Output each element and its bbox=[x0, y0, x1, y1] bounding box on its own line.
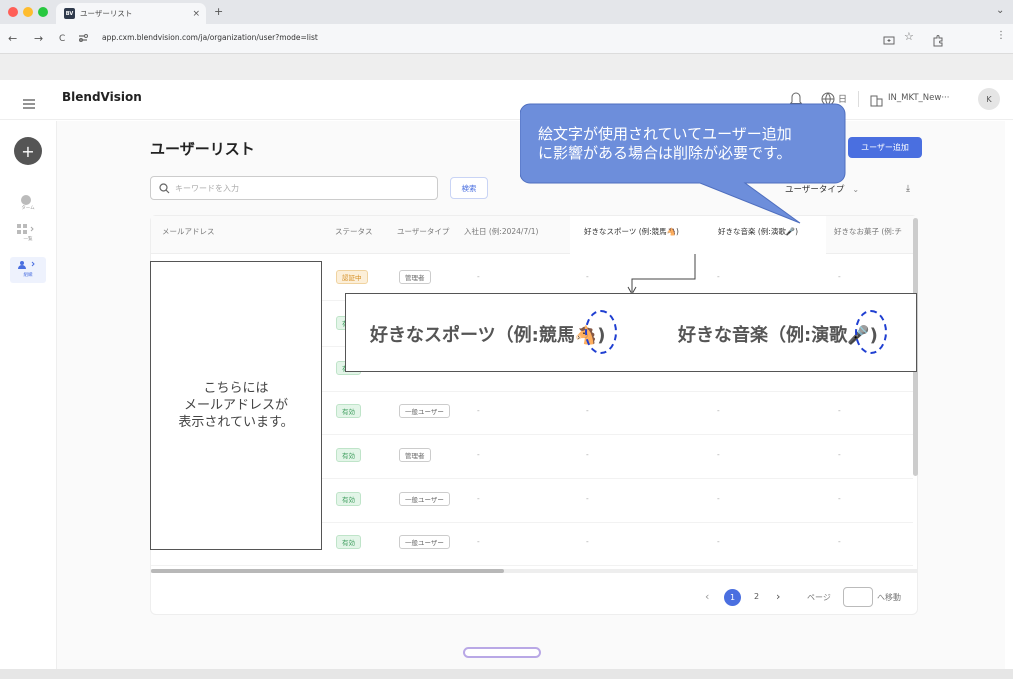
add-user-button[interactable]: ユーザー追加 bbox=[848, 137, 922, 158]
back-icon[interactable]: ← bbox=[8, 32, 17, 45]
favorite-sport-cell: - bbox=[586, 494, 589, 503]
search-input[interactable]: キーワードを入力 bbox=[150, 176, 438, 200]
grid-icon bbox=[17, 224, 34, 234]
zoomed-sport-text: 好きなスポーツ（例:競馬 bbox=[370, 325, 575, 346]
app-header: BlendVision 日 IN_MKT_New··· K bbox=[0, 80, 1013, 120]
column-header-status[interactable]: ステータス bbox=[335, 226, 373, 237]
extensions-icon[interactable] bbox=[932, 32, 944, 51]
favorite-music-cell: - bbox=[717, 406, 720, 415]
zoomed-sport-header: 好きなスポーツ（例:競馬🐴) bbox=[370, 321, 606, 347]
browser-toolbar: ← → C app.cxm.blendvision.com/ja/organiz… bbox=[0, 24, 1013, 54]
pagination-page-input[interactable] bbox=[843, 587, 873, 607]
page-title: ユーザーリスト bbox=[150, 140, 255, 158]
app-favicon-icon: BV bbox=[64, 8, 75, 19]
browser-menu-icon[interactable]: ⋮ bbox=[996, 30, 1006, 41]
zoomed-music-text: 好きな音楽（例:演歌 bbox=[678, 325, 848, 346]
user-type-badge: 管理者 bbox=[399, 270, 431, 284]
favorite-snack-cell: - bbox=[838, 272, 841, 281]
favorite-sport-cell: - bbox=[586, 450, 589, 459]
join-date-cell: - bbox=[477, 537, 480, 546]
join-date-cell: - bbox=[477, 406, 480, 415]
status-badge: 有効 bbox=[336, 492, 361, 506]
favorite-snack-cell: - bbox=[838, 494, 841, 503]
highlight-circle-horse bbox=[585, 310, 617, 354]
install-app-icon[interactable] bbox=[883, 32, 895, 51]
users-icon bbox=[18, 261, 35, 269]
favorite-music-cell: - bbox=[717, 272, 720, 281]
favorite-music-cell: - bbox=[717, 537, 720, 546]
connector-arrow bbox=[627, 254, 696, 296]
search-icon bbox=[159, 183, 170, 194]
browser-tab[interactable]: BV ユーザーリスト × bbox=[56, 3, 206, 24]
account-name[interactable]: IN_MKT_New··· bbox=[888, 93, 949, 103]
email-column-note: こちらには メールアドレスが 表示されています。 bbox=[178, 381, 294, 430]
address-bar[interactable]: app.cxm.blendvision.com/ja/organization/… bbox=[102, 33, 318, 42]
favorite-music-cell: - bbox=[717, 494, 720, 503]
site-settings-icon[interactable] bbox=[77, 29, 89, 42]
browser-tab-bar: BV ユーザーリスト × + ⌄ bbox=[0, 0, 1013, 24]
favorite-snack-cell: - bbox=[838, 406, 841, 415]
pagination-next[interactable]: › bbox=[776, 590, 780, 603]
organization-icon bbox=[870, 92, 883, 111]
column-header-email[interactable]: メールアドレス bbox=[162, 226, 215, 237]
hamburger-menu-icon[interactable] bbox=[22, 94, 36, 113]
brand-logo[interactable]: BlendVision bbox=[62, 90, 142, 104]
pagination-page-label: ページ bbox=[807, 593, 831, 602]
search-placeholder: キーワードを入力 bbox=[175, 184, 239, 193]
header-divider bbox=[858, 91, 859, 107]
user-type-badge: 一般ユーザー bbox=[399, 492, 450, 506]
highlight-circle-mic bbox=[855, 310, 887, 354]
pagination-page-2[interactable]: 2 bbox=[754, 592, 759, 601]
maximize-window-dot[interactable] bbox=[38, 7, 48, 17]
favorite-sport-cell: - bbox=[586, 406, 589, 415]
pagination-go-label: へ移動 bbox=[877, 593, 901, 602]
status-badge: 有効 bbox=[336, 535, 361, 549]
minimize-window-dot[interactable] bbox=[23, 7, 33, 17]
status-badge: 有効 bbox=[336, 448, 361, 462]
sidebar-item-label: 一覧 bbox=[23, 237, 33, 242]
favorite-sport-cell: - bbox=[586, 272, 589, 281]
user-type-badge: 一般ユーザー bbox=[399, 535, 450, 549]
user-type-badge: 管理者 bbox=[399, 448, 431, 462]
tab-list-chevron-icon[interactable]: ⌄ bbox=[996, 5, 1004, 16]
sidebar: + ターム 一覧 組織 bbox=[0, 121, 57, 669]
status-badge: 有効 bbox=[336, 404, 361, 418]
favorite-music-cell: - bbox=[717, 450, 720, 459]
user-type-badge: 一般ユーザー bbox=[399, 404, 450, 418]
sidebar-item-organization[interactable]: 組織 bbox=[10, 257, 46, 283]
favorite-snack-cell: - bbox=[838, 450, 841, 459]
callout-text: 絵文字が使用されていてユーザー追加 に影響がある場合は削除が必要です。 bbox=[538, 125, 792, 162]
status-badge: 認証中 bbox=[336, 270, 368, 284]
forward-icon[interactable]: → bbox=[34, 32, 43, 45]
column-header-user-type[interactable]: ユーザータイプ bbox=[397, 226, 449, 237]
tab-title: ユーザーリスト bbox=[80, 9, 133, 18]
callout-bubble bbox=[520, 103, 846, 224]
create-plus-icon[interactable]: + bbox=[14, 137, 42, 165]
reload-icon[interactable]: C bbox=[59, 34, 65, 44]
sidebar-item-label: 組織 bbox=[23, 273, 33, 278]
join-date-cell: - bbox=[477, 272, 480, 281]
sidebar-item-label: ターム bbox=[21, 206, 35, 211]
bookmarks-band bbox=[0, 54, 1013, 80]
favorite-snack-cell: - bbox=[838, 537, 841, 546]
favorite-sport-cell: - bbox=[586, 537, 589, 546]
tab-close-icon[interactable]: × bbox=[192, 9, 200, 19]
table-horizontal-scrollbar[interactable] bbox=[151, 569, 504, 573]
window-bottom-edge bbox=[0, 669, 1013, 679]
pagination-prev[interactable]: ‹ bbox=[705, 590, 709, 603]
bookmark-star-icon[interactable]: ☆ bbox=[904, 30, 914, 43]
zoomed-music-header: 好きな音楽（例:演歌🎤) bbox=[678, 321, 878, 347]
search-button[interactable]: 検索 bbox=[450, 177, 488, 199]
pagination-page-1[interactable]: 1 bbox=[724, 589, 741, 606]
drag-handle[interactable] bbox=[463, 647, 541, 658]
join-date-cell: - bbox=[477, 450, 480, 459]
download-icon[interactable]: ⤓ bbox=[896, 179, 920, 199]
chevron-down-icon: ⌄ bbox=[852, 184, 860, 194]
new-tab-icon[interactable]: + bbox=[214, 5, 223, 18]
join-date-cell: - bbox=[477, 494, 480, 503]
close-window-dot[interactable] bbox=[8, 7, 18, 17]
table-row-divider bbox=[151, 565, 913, 566]
avatar[interactable]: K bbox=[978, 88, 1000, 110]
